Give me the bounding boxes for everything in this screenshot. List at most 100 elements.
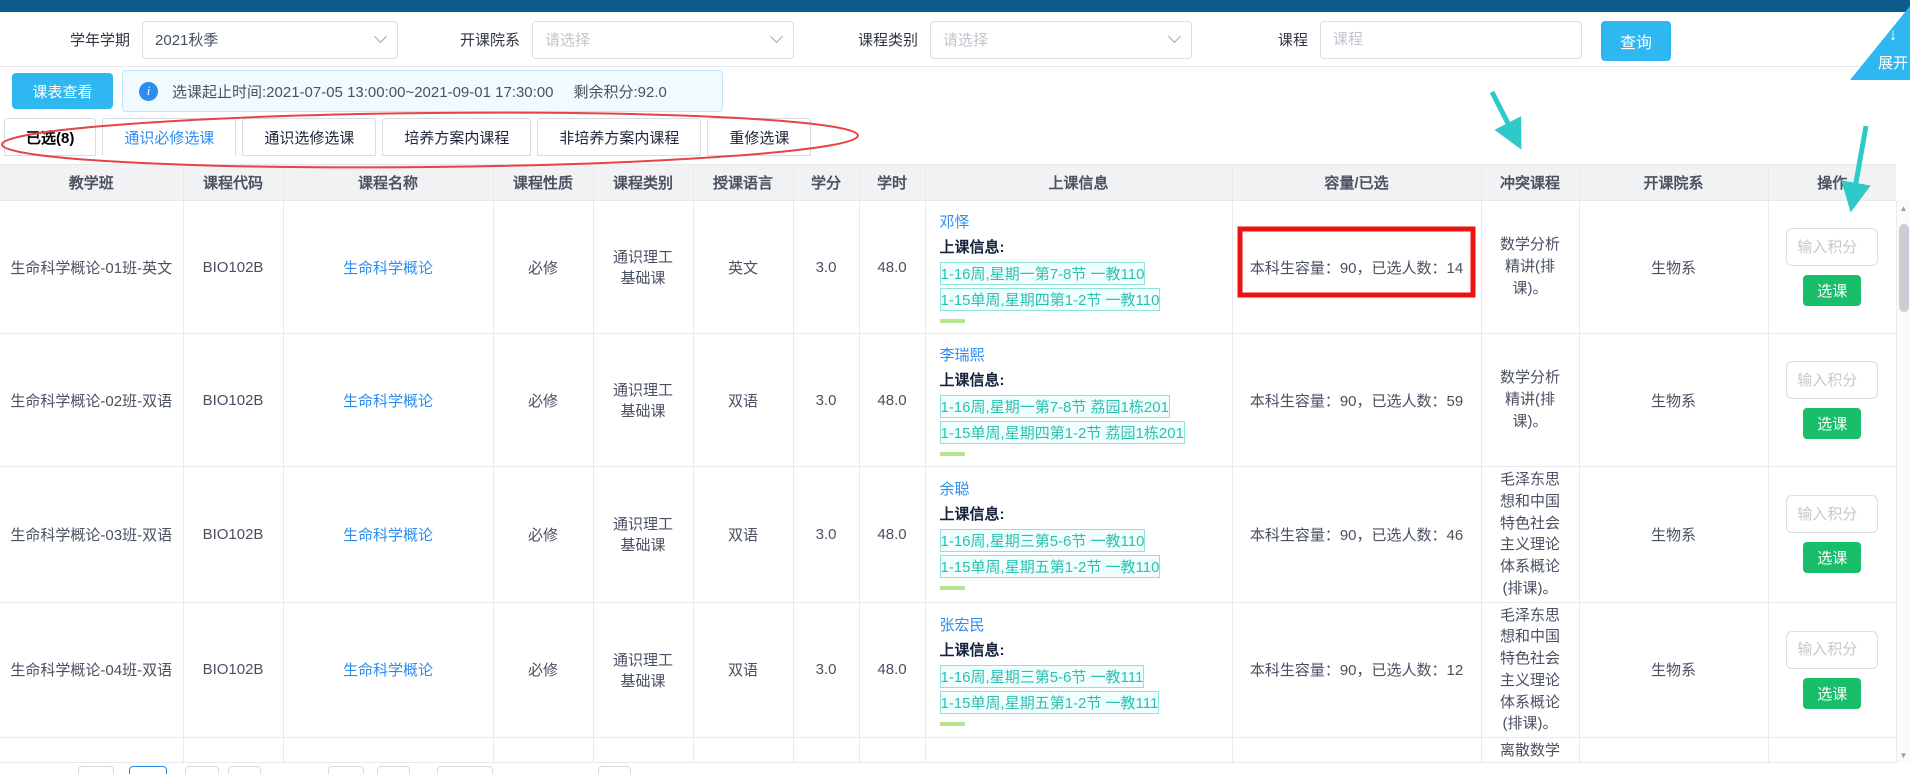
department-cell: 生物系: [1579, 602, 1768, 738]
course-category: 通识理工基础课: [593, 467, 693, 603]
select-course-button[interactable]: 选课: [1803, 408, 1861, 439]
tab-out-of-program[interactable]: 非培养方案内课程: [537, 118, 701, 156]
course-nature: 必修: [493, 334, 593, 467]
schedule-chip: 1-15单周,星期四第1-2节 一教110: [940, 288, 1161, 311]
course-code: BIO102B: [183, 467, 283, 603]
col-header-class: 教学班: [0, 165, 183, 201]
schedule-chip: 1-16周,星期一第7-8节 一教110: [940, 262, 1146, 285]
score-input[interactable]: [1786, 228, 1878, 266]
expand-dash-icon[interactable]: [940, 319, 965, 323]
pager-button[interactable]: [437, 766, 493, 774]
course-language: 双语: [693, 467, 793, 603]
term-select-value: 2021秋季: [155, 29, 218, 50]
course-name-link[interactable]: 生命科学概论: [343, 527, 433, 544]
col-header-department: 开课院系: [1579, 165, 1768, 201]
category-select[interactable]: 请选择: [930, 21, 1192, 59]
category-label: 课程类别: [858, 29, 918, 50]
notice-period: 选课起止时间:2021-07-05 13:00:00~2021-09-01 17…: [172, 81, 554, 102]
col-header-nature: 课程性质: [493, 165, 593, 201]
course-language: 双语: [693, 334, 793, 467]
pager-button[interactable]: [598, 766, 631, 774]
tab-retake[interactable]: 重修选课: [707, 118, 811, 156]
class-name: 生命科学概论-04班-双语: [0, 602, 183, 738]
score-input[interactable]: [1786, 631, 1878, 669]
col-header-language: 授课语言: [693, 165, 793, 201]
chevron-down-icon: [374, 30, 387, 43]
expand-dash-icon[interactable]: [940, 722, 965, 726]
select-course-button[interactable]: 选课: [1803, 275, 1861, 306]
conflict-cell: 数学分析精讲(排课)。: [1481, 201, 1579, 334]
chevron-down-icon: [1168, 30, 1181, 43]
col-header-hours: 学时: [859, 165, 925, 201]
select-course-button[interactable]: 选课: [1803, 678, 1861, 709]
vertical-scrollbar[interactable]: ▲ ▼: [1896, 200, 1910, 763]
schedule-chip: 1-16周,星期三第5-6节 一教110: [940, 529, 1146, 552]
course-language: 英文: [693, 201, 793, 334]
pager-button[interactable]: [185, 766, 219, 774]
schedule-label: 上课信息:: [940, 236, 1224, 257]
pager-button[interactable]: [228, 766, 261, 774]
scrollbar-thumb[interactable]: [1899, 224, 1909, 312]
score-input[interactable]: [1786, 361, 1878, 399]
col-header-code: 课程代码: [183, 165, 283, 201]
schedule-chip: 1-15单周,星期四第1-2节 荔园1栋201: [940, 421, 1185, 444]
term-select[interactable]: 2021秋季: [142, 21, 398, 59]
chevron-down-icon: [770, 30, 783, 43]
tab-general-required[interactable]: 通识必修选课: [102, 118, 236, 156]
expand-ribbon-label: 展开: [1878, 55, 1908, 72]
filter-department: 开课院系 请选择: [460, 12, 794, 67]
course-hours: 48.0: [859, 602, 925, 738]
schedule-label: 上课信息:: [940, 503, 1224, 524]
capacity-cell: 本科生容量：90，已选人数：14: [1232, 201, 1481, 334]
tab-selected-courses[interactable]: 已选(8): [4, 118, 96, 156]
course-name-link[interactable]: 生命科学概论: [343, 662, 433, 679]
pager-button[interactable]: [377, 766, 410, 774]
teacher-link[interactable]: 张宏民: [940, 614, 985, 635]
score-input[interactable]: [1786, 495, 1878, 533]
course-credits: 3.0: [793, 467, 859, 603]
course-credits: 3.0: [793, 334, 859, 467]
filter-term: 学年学期 2021秋季: [70, 12, 398, 67]
course-name-link[interactable]: 生命科学概论: [343, 393, 433, 410]
course-code: BIO102B: [183, 201, 283, 334]
top-navbar: [0, 0, 1910, 12]
info-icon: i: [139, 82, 158, 101]
pager-button[interactable]: [78, 766, 114, 774]
department-select[interactable]: 请选择: [532, 21, 794, 59]
tab-general-elective[interactable]: 通识选修选课: [242, 118, 376, 156]
conflict-cell: 毛泽东思想和中国特色社会主义理论体系概论(排课)。: [1481, 602, 1579, 738]
select-course-button[interactable]: 选课: [1803, 542, 1861, 573]
scroll-up-icon[interactable]: ▲: [1900, 200, 1908, 216]
course-table-wrapper: 教学班 课程代码 课程名称 课程性质 课程类别 授课语言 学分 学时 上课信息 …: [0, 164, 1896, 763]
col-header-conflict: 冲突课程: [1481, 165, 1579, 201]
expand-dash-icon[interactable]: [940, 586, 965, 590]
table-row: 生命科学概论-01班-英文 BIO102B 生命科学概论 必修 通识理工基础课 …: [0, 201, 1896, 334]
col-header-action: 操作: [1768, 165, 1896, 201]
teacher-link[interactable]: 余聪: [940, 478, 970, 499]
course-input[interactable]: [1320, 21, 1582, 59]
department-label: 开课院系: [460, 29, 520, 50]
pager-button-active[interactable]: [129, 766, 167, 774]
course-hours: 48.0: [859, 201, 925, 334]
course-name-link[interactable]: 生命科学概论: [343, 260, 433, 277]
table-row: 生命科学概论-02班-双语 BIO102B 生命科学概论 必修 通识理工基础课 …: [0, 334, 1896, 467]
col-header-capacity: 容量/已选: [1232, 165, 1481, 201]
class-name: 生命科学概论-01班-英文: [0, 201, 183, 334]
teacher-link[interactable]: 邓怿: [940, 211, 970, 232]
expand-dash-icon[interactable]: [940, 452, 965, 456]
col-header-credits: 学分: [793, 165, 859, 201]
course-nature: 必修: [493, 467, 593, 603]
course-table: 教学班 课程代码 课程名称 课程性质 课程类别 授课语言 学分 学时 上课信息 …: [0, 164, 1896, 763]
course-nature: 必修: [493, 201, 593, 334]
scroll-down-icon[interactable]: ▼: [1900, 747, 1908, 763]
col-header-category: 课程类别: [593, 165, 693, 201]
pager-button[interactable]: [328, 766, 364, 774]
view-timetable-button[interactable]: 课表查看: [12, 73, 113, 109]
filter-course: 课程: [1278, 12, 1582, 67]
class-name: 生命科学概论-02班-双语: [0, 334, 183, 467]
selection-notice: i 选课起止时间:2021-07-05 13:00:00~2021-09-01 …: [122, 70, 723, 112]
teacher-link[interactable]: 李瑞熙: [940, 344, 985, 365]
query-button[interactable]: 查询: [1601, 21, 1671, 61]
tab-in-program[interactable]: 培养方案内课程: [382, 118, 531, 156]
course-code: BIO102B: [183, 334, 283, 467]
